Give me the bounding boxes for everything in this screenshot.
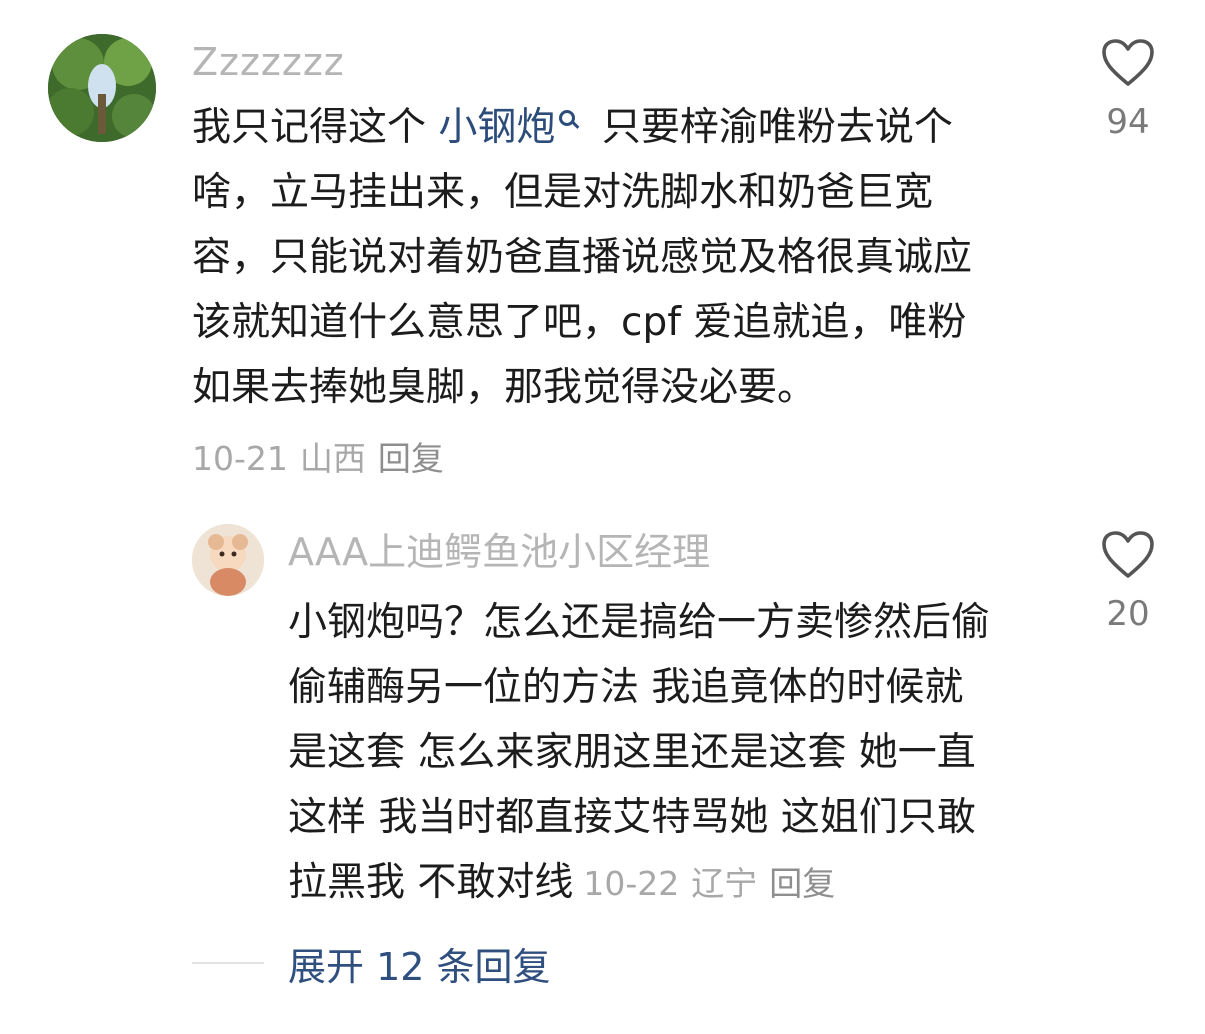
like-button[interactable]: 20 (1078, 530, 1178, 634)
comment-text-segment: 我只记得这个 (192, 105, 439, 150)
reply-line: 偷辅酶另一位的方法 我追竟体的时候就 (288, 665, 964, 710)
reply-text: 小钢炮吗？怎么还是搞给一方卖惨然后偷 偷辅酶另一位的方法 我追竟体的时候就 是这… (288, 590, 1068, 916)
search-icon[interactable] (559, 110, 576, 126)
like-button[interactable]: 94 (1078, 38, 1178, 142)
expand-replies[interactable]: 展开 12 条回复 (192, 944, 551, 990)
like-count: 94 (1106, 102, 1150, 142)
reply-button[interactable]: 回复 (769, 864, 835, 903)
reply-location: 辽宁 (691, 864, 758, 903)
comment-username[interactable]: Zzzzzzz (192, 40, 345, 84)
comment-line: 啥，立马挂出来，但是对洗脚水和奶爸巨宽 (192, 170, 934, 215)
reply-text-segment: 拉黑我 不敢对线 (288, 860, 574, 905)
divider (192, 962, 264, 964)
heart-icon[interactable] (1101, 38, 1155, 88)
reply-line: 小钢炮吗？怎么还是搞给一方卖惨然后偷 (288, 600, 991, 645)
comment-text: 我只记得这个 小钢炮 只要梓渝唯粉去说个 啥，立马挂出来，但是对洗脚水和奶爸巨宽… (192, 95, 1052, 420)
comment-date: 10-21 (192, 439, 288, 478)
reply-username[interactable]: AAA上迪鳄鱼池小区经理 (288, 530, 710, 574)
mention-link[interactable]: 小钢炮 (438, 105, 555, 150)
comment-thread: Zzzzzzz 我只记得这个 小钢炮 只要梓渝唯粉去说个 啥，立马挂出来，但是对… (0, 0, 1205, 1034)
expand-replies-button[interactable]: 展开 12 条回复 (288, 945, 551, 989)
heart-icon[interactable] (1101, 530, 1155, 580)
reply-line: 拉黑我 不敢对线 10-22 辽宁 回复 (288, 850, 1068, 916)
avatar[interactable] (48, 34, 156, 142)
comment-line: 如果去捧她臭脚，那我觉得没必要。 (192, 365, 817, 410)
comment-meta: 10-21 山西 回复 (192, 437, 456, 481)
comment-line: 我只记得这个 小钢炮 只要梓渝唯粉去说个 (192, 95, 1052, 160)
reply-date: 10-22 (583, 864, 680, 903)
comment-text-segment: 只要梓渝唯粉去说个 (589, 105, 953, 150)
comment-line: 该就知道什么意思了吧，cpf 爱追就追，唯粉 (192, 300, 967, 345)
reply-line: 这样 我当时都直接艾特骂她 这姐们只敢 (288, 795, 976, 840)
comment-line: 容，只能说对着奶爸直播说感觉及格很真诚应 (192, 235, 973, 280)
reply-meta: 10-22 辽宁 回复 (583, 864, 847, 903)
like-count: 20 (1106, 594, 1150, 634)
reply-line: 是这套 怎么来家朋这里还是这套 她一直 (288, 730, 976, 775)
reply-button[interactable]: 回复 (378, 439, 444, 478)
comment-location: 山西 (299, 439, 366, 478)
avatar[interactable] (192, 524, 264, 596)
